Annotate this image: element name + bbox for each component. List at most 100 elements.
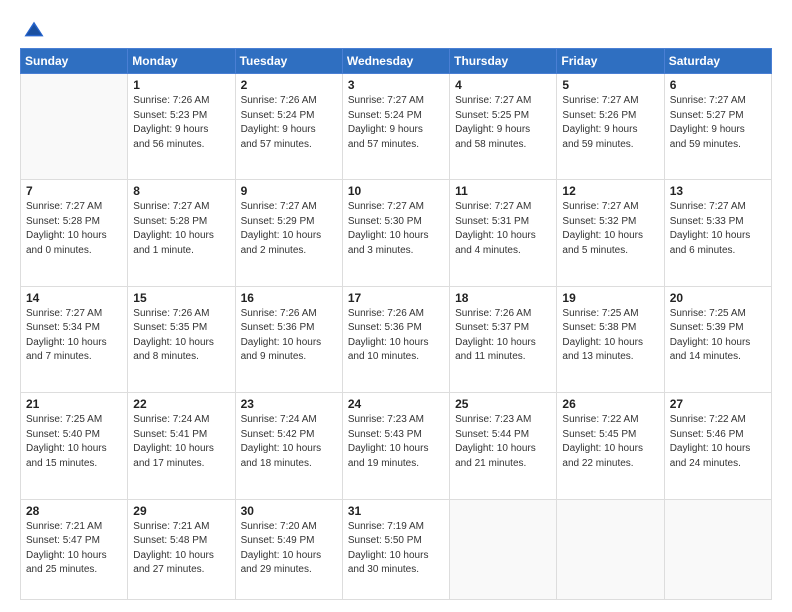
day-info: Sunrise: 7:27 AMSunset: 5:28 PMDaylight:… xyxy=(133,200,229,258)
calendar-day-cell: 30Sunrise: 7:20 AMSunset: 5:49 PMDayligh… xyxy=(235,499,342,599)
calendar-day-cell: 24 Sunrise: 7:23 AMSunset: 5:43 PMDayligh… xyxy=(342,393,449,499)
calendar-day-cell xyxy=(21,74,128,180)
day-number: 26 xyxy=(562,397,658,411)
day-info: Sunrise: 7:21 AMSunset: 5:47 PMDaylight:… xyxy=(26,520,122,578)
calendar-week-row: 1 Sunrise: 7:26 AMSunset: 5:23 PMDaylight… xyxy=(21,74,772,180)
day-info: Sunrise: 7:27 AMSunset: 5:29 PMDaylight:… xyxy=(241,200,337,258)
logo xyxy=(20,18,45,40)
day-info: Sunrise: 7:27 AMSunset: 5:25 PMDaylight:… xyxy=(455,94,551,152)
calendar-day-cell xyxy=(664,499,771,599)
weekday-header-cell: Thursday xyxy=(450,49,557,74)
calendar-day-cell xyxy=(450,499,557,599)
weekday-header-cell: Tuesday xyxy=(235,49,342,74)
calendar-day-cell: 22 Sunrise: 7:24 AMSunset: 5:41 PMDayligh… xyxy=(128,393,235,499)
day-info: Sunrise: 7:26 AMSunset: 5:36 PMDaylight:… xyxy=(241,307,337,365)
calendar-day-cell: 19 Sunrise: 7:25 AMSunset: 5:38 PMDayligh… xyxy=(557,286,664,392)
calendar-day-cell: 17Sunrise: 7:26 AMSunset: 5:36 PMDayligh… xyxy=(342,286,449,392)
day-number: 12 xyxy=(562,184,658,198)
calendar-day-cell: 26 Sunrise: 7:22 AMSunset: 5:45 PMDayligh… xyxy=(557,393,664,499)
day-number: 23 xyxy=(241,397,337,411)
day-info: Sunrise: 7:25 AMSunset: 5:40 PMDaylight:… xyxy=(26,413,122,471)
calendar-day-cell: 21 Sunrise: 7:25 AMSunset: 5:40 PMDayligh… xyxy=(21,393,128,499)
weekday-header-cell: Friday xyxy=(557,49,664,74)
page: SundayMondayTuesdayWednesdayThursdayFrid… xyxy=(0,0,792,612)
calendar-day-cell: 16 Sunrise: 7:26 AMSunset: 5:36 PMDayligh… xyxy=(235,286,342,392)
calendar-day-cell: 9 Sunrise: 7:27 AMSunset: 5:29 PMDaylight… xyxy=(235,180,342,286)
day-info: Sunrise: 7:27 AMSunset: 5:33 PMDaylight:… xyxy=(670,200,766,258)
calendar-day-cell: 29Sunrise: 7:21 AMSunset: 5:48 PMDayligh… xyxy=(128,499,235,599)
day-info: Sunrise: 7:19 AMSunset: 5:50 PMDaylight:… xyxy=(348,520,444,578)
calendar-day-cell: 13Sunrise: 7:27 AMSunset: 5:33 PMDayligh… xyxy=(664,180,771,286)
header xyxy=(20,18,772,40)
weekday-header-cell: Monday xyxy=(128,49,235,74)
day-number: 31 xyxy=(348,504,444,518)
calendar-week-row: 7 Sunrise: 7:27 AMSunset: 5:28 PMDaylight… xyxy=(21,180,772,286)
day-number: 7 xyxy=(26,184,122,198)
day-number: 5 xyxy=(562,78,658,92)
day-info: Sunrise: 7:26 AMSunset: 5:23 PMDaylight:… xyxy=(133,94,229,152)
calendar-day-cell: 5 Sunrise: 7:27 AMSunset: 5:26 PMDaylight… xyxy=(557,74,664,180)
logo-bird-icon xyxy=(23,18,45,40)
day-number: 1 xyxy=(133,78,229,92)
calendar-day-cell: 1 Sunrise: 7:26 AMSunset: 5:23 PMDaylight… xyxy=(128,74,235,180)
calendar-day-cell: 8 Sunrise: 7:27 AMSunset: 5:28 PMDaylight… xyxy=(128,180,235,286)
day-number: 19 xyxy=(562,291,658,305)
day-number: 3 xyxy=(348,78,444,92)
day-number: 20 xyxy=(670,291,766,305)
day-number: 2 xyxy=(241,78,337,92)
calendar-day-cell: 14Sunrise: 7:27 AMSunset: 5:34 PMDayligh… xyxy=(21,286,128,392)
day-info: Sunrise: 7:25 AMSunset: 5:38 PMDaylight:… xyxy=(562,307,658,365)
calendar-day-cell xyxy=(557,499,664,599)
calendar-table: SundayMondayTuesdayWednesdayThursdayFrid… xyxy=(20,48,772,600)
day-info: Sunrise: 7:27 AMSunset: 5:31 PMDaylight:… xyxy=(455,200,551,258)
day-info: Sunrise: 7:25 AMSunset: 5:39 PMDaylight:… xyxy=(670,307,766,365)
calendar-day-cell: 11 Sunrise: 7:27 AMSunset: 5:31 PMDayligh… xyxy=(450,180,557,286)
weekday-header-cell: Saturday xyxy=(664,49,771,74)
calendar-day-cell: 23 Sunrise: 7:24 AMSunset: 5:42 PMDayligh… xyxy=(235,393,342,499)
weekday-header-row: SundayMondayTuesdayWednesdayThursdayFrid… xyxy=(21,49,772,74)
weekday-header-cell: Sunday xyxy=(21,49,128,74)
day-number: 30 xyxy=(241,504,337,518)
day-number: 22 xyxy=(133,397,229,411)
day-number: 28 xyxy=(26,504,122,518)
day-number: 16 xyxy=(241,291,337,305)
day-info: Sunrise: 7:26 AMSunset: 5:37 PMDaylight:… xyxy=(455,307,551,365)
calendar-week-row: 14Sunrise: 7:27 AMSunset: 5:34 PMDayligh… xyxy=(21,286,772,392)
day-number: 9 xyxy=(241,184,337,198)
weekday-header-cell: Wednesday xyxy=(342,49,449,74)
day-number: 17 xyxy=(348,291,444,305)
day-number: 15 xyxy=(133,291,229,305)
day-number: 10 xyxy=(348,184,444,198)
day-info: Sunrise: 7:27 AMSunset: 5:34 PMDaylight:… xyxy=(26,307,122,365)
calendar-day-cell: 6 Sunrise: 7:27 AMSunset: 5:27 PMDaylight… xyxy=(664,74,771,180)
day-number: 27 xyxy=(670,397,766,411)
day-info: Sunrise: 7:26 AMSunset: 5:24 PMDaylight:… xyxy=(241,94,337,152)
day-info: Sunrise: 7:22 AMSunset: 5:46 PMDaylight:… xyxy=(670,413,766,471)
day-info: Sunrise: 7:24 AMSunset: 5:41 PMDaylight:… xyxy=(133,413,229,471)
day-number: 18 xyxy=(455,291,551,305)
day-info: Sunrise: 7:23 AMSunset: 5:43 PMDaylight:… xyxy=(348,413,444,471)
day-number: 21 xyxy=(26,397,122,411)
day-number: 25 xyxy=(455,397,551,411)
calendar-day-cell: 20 Sunrise: 7:25 AMSunset: 5:39 PMDayligh… xyxy=(664,286,771,392)
day-number: 24 xyxy=(348,397,444,411)
day-info: Sunrise: 7:27 AMSunset: 5:24 PMDaylight:… xyxy=(348,94,444,152)
day-info: Sunrise: 7:23 AMSunset: 5:44 PMDaylight:… xyxy=(455,413,551,471)
day-number: 29 xyxy=(133,504,229,518)
calendar-day-cell: 31 Sunrise: 7:19 AMSunset: 5:50 PMDayligh… xyxy=(342,499,449,599)
day-info: Sunrise: 7:27 AMSunset: 5:27 PMDaylight:… xyxy=(670,94,766,152)
calendar-day-cell: 18 Sunrise: 7:26 AMSunset: 5:37 PMDayligh… xyxy=(450,286,557,392)
day-info: Sunrise: 7:24 AMSunset: 5:42 PMDaylight:… xyxy=(241,413,337,471)
day-info: Sunrise: 7:27 AMSunset: 5:30 PMDaylight:… xyxy=(348,200,444,258)
day-number: 6 xyxy=(670,78,766,92)
calendar-day-cell: 4Sunrise: 7:27 AMSunset: 5:25 PMDaylight… xyxy=(450,74,557,180)
calendar-day-cell: 25 Sunrise: 7:23 AMSunset: 5:44 PMDayligh… xyxy=(450,393,557,499)
day-number: 11 xyxy=(455,184,551,198)
calendar-week-row: 28 Sunrise: 7:21 AMSunset: 5:47 PMDayligh… xyxy=(21,499,772,599)
calendar-week-row: 21 Sunrise: 7:25 AMSunset: 5:40 PMDayligh… xyxy=(21,393,772,499)
calendar-day-cell: 12Sunrise: 7:27 AMSunset: 5:32 PMDayligh… xyxy=(557,180,664,286)
day-number: 8 xyxy=(133,184,229,198)
day-info: Sunrise: 7:27 AMSunset: 5:26 PMDaylight:… xyxy=(562,94,658,152)
day-info: Sunrise: 7:22 AMSunset: 5:45 PMDaylight:… xyxy=(562,413,658,471)
calendar-day-cell: 27 Sunrise: 7:22 AMSunset: 5:46 PMDayligh… xyxy=(664,393,771,499)
